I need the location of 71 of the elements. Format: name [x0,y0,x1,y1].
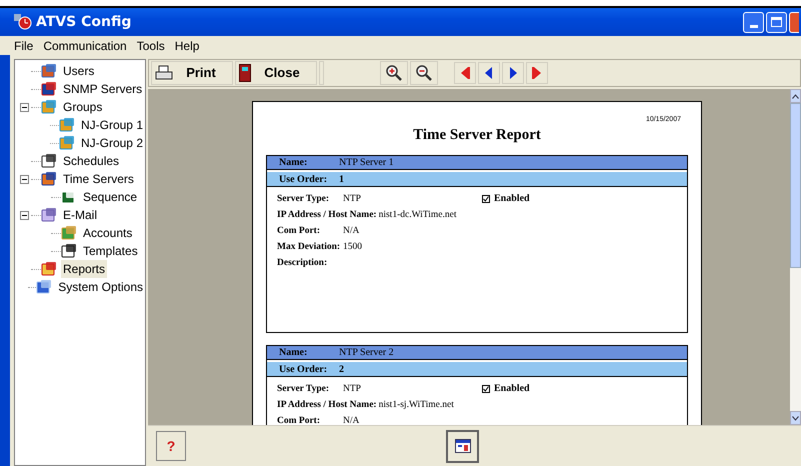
tree-item[interactable]: SNMP Servers [61,80,144,98]
field-label: IP Address / Host Name: [277,209,377,222]
field-value: nist1-dc.WiTime.net [378,209,456,222]
collapse-toggle[interactable] [20,102,28,112]
window-title: ATVS Config [36,12,132,32]
menu-item[interactable]: File [14,36,34,54]
field-label: IP Address / Host Name: [277,399,377,412]
tree-item[interactable]: NJ-Group 1 [78,116,145,134]
field-value: 2 [339,362,344,376]
tree-item[interactable]: Templates [81,242,140,260]
menu-item[interactable]: Help [174,36,200,54]
printer-icon [155,65,173,81]
first-page-icon [459,66,471,80]
tree-item[interactable]: Groups [61,98,104,116]
minimize-button[interactable] [743,12,764,32]
tree-item[interactable]: NJ-Group 2 [78,134,145,152]
close-window-button[interactable] [789,12,799,32]
next-page-icon [507,66,519,80]
view-toggle-button[interactable] [446,430,479,462]
menu-item[interactable]: Tools [136,36,165,54]
zoom-out-button[interactable] [410,61,438,85]
maximize-button[interactable] [766,12,787,32]
field-label: Com Port: [277,415,321,425]
field-value: NTP [343,193,361,206]
tree-item[interactable]: Users [61,62,96,80]
zoom-in-button[interactable] [380,61,408,85]
tree-item[interactable]: Sequence [81,188,140,206]
window-icon [454,439,470,453]
toolbar-button[interactable]: Print [151,61,233,85]
field-label: Max Deviation: [277,241,341,254]
collapse-toggle[interactable] [20,210,28,220]
field-label: Description: [277,257,328,270]
first-page-button[interactable] [454,62,476,84]
toolbar-button[interactable]: Close [235,61,317,85]
collapse-toggle[interactable] [20,174,28,184]
tree-item[interactable]: E-Mail [61,206,100,224]
field-label: Server Type: [277,383,330,396]
tree-item[interactable]: Schedules [61,152,122,170]
checkbox-label: Enabled [494,192,530,206]
field-value: nist1-sj.WiTime.net [378,399,454,412]
previous-page-button[interactable] [478,62,500,84]
zoom-out-icon [415,64,433,82]
field-value: NTP [343,383,361,396]
tree-item[interactable]: Time Servers [61,170,136,188]
zoom-in-icon [385,64,403,82]
field-label: Server Type: [277,193,330,206]
field-label: Name: [279,346,308,360]
last-page-icon [531,66,543,80]
report-title: Time Server Report [413,126,541,144]
field-label: Com Port: [277,225,321,238]
field-label: Name: [279,156,308,170]
help-button[interactable]: ? [156,431,186,461]
checkbox-label: Enabled [494,382,530,396]
tree-item[interactable]: Accounts [81,224,134,242]
previous-page-icon [483,66,495,80]
last-page-button[interactable] [526,62,548,84]
tree-item[interactable]: System Options [56,278,145,296]
field-label: Use Order: [279,362,328,376]
menu-item[interactable]: Communication [43,36,127,54]
field-value: NTP Server 1 [339,156,394,170]
field-value: 1500 [343,241,362,254]
field-value: NTP Server 2 [339,346,394,360]
tree-item[interactable]: Reports [61,260,108,278]
field-value: 1 [339,172,344,186]
door-icon [239,64,251,82]
scroll-thumb[interactable] [790,103,801,268]
field-label: Use Order: [279,172,328,186]
app-clock-icon [13,13,33,31]
field-value: N/A [343,415,360,425]
field-value: N/A [343,225,360,238]
next-page-button[interactable] [502,62,524,84]
